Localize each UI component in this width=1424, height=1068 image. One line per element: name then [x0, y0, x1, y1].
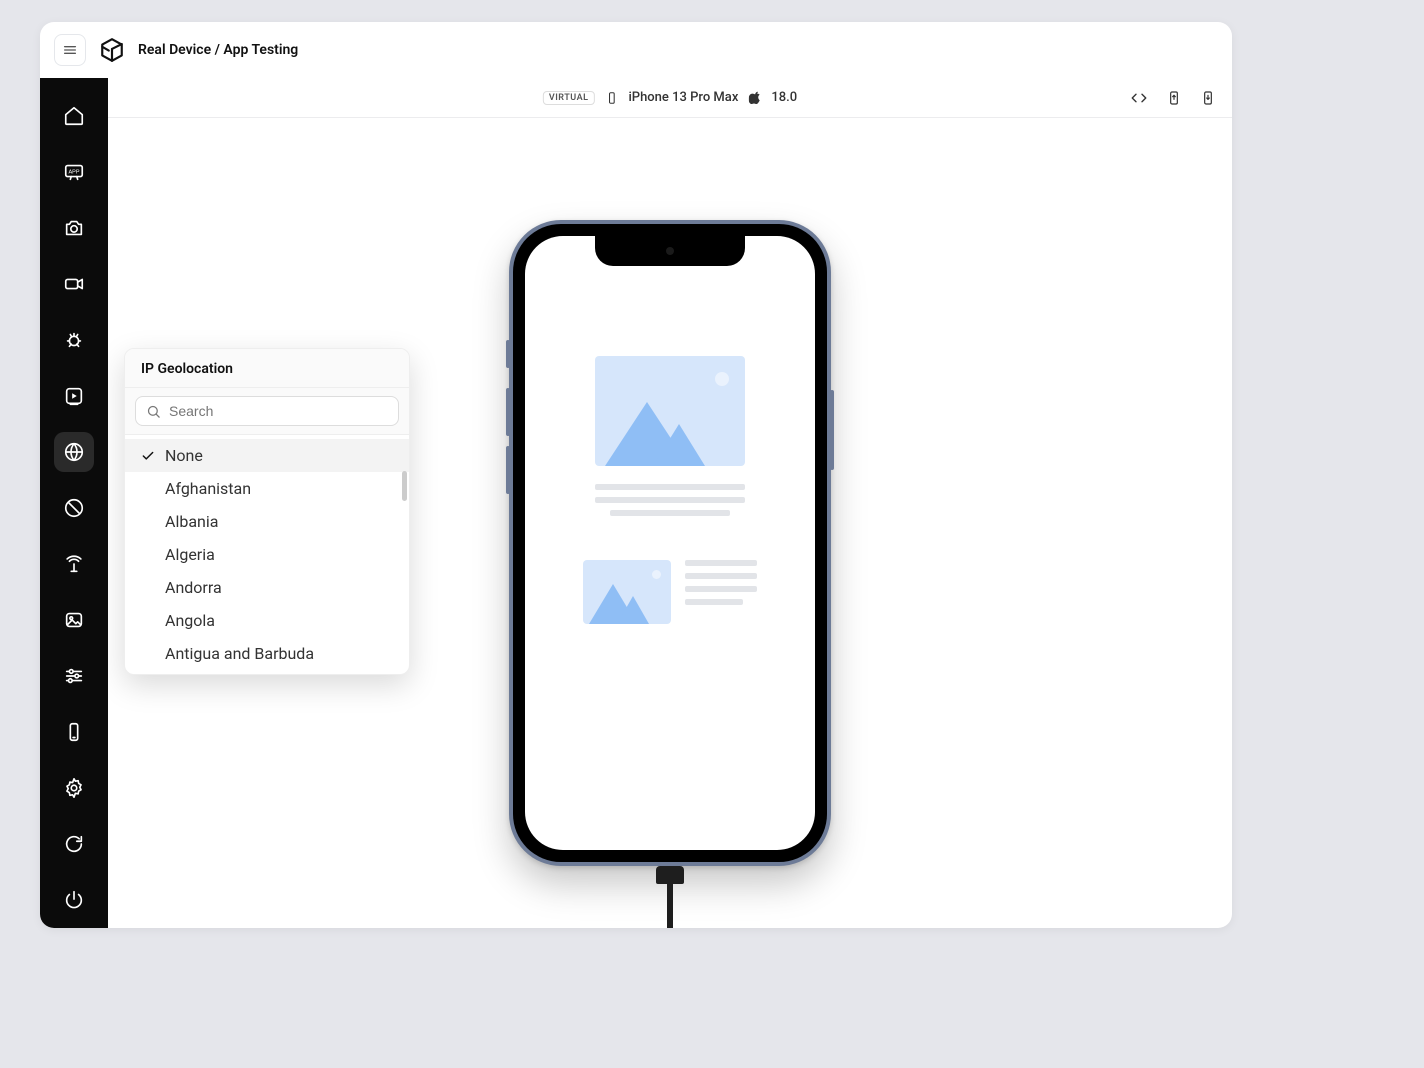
geolocation-option-label: None: [165, 446, 203, 465]
home-icon: [63, 105, 85, 127]
image-icon: [63, 609, 85, 631]
phone-notch: [595, 236, 745, 266]
download-button[interactable]: [1200, 90, 1216, 106]
geolocation-option-none[interactable]: None: [125, 439, 409, 472]
placeholder-image: [595, 356, 745, 466]
phone-icon: [604, 91, 618, 105]
map-icon: [63, 497, 85, 519]
sliders-icon: [63, 665, 85, 687]
geolocation-title: IP Geolocation: [125, 349, 409, 388]
geolocation-search[interactable]: [135, 396, 399, 426]
logo: [98, 36, 126, 64]
topbar: Real Device / App Testing: [40, 22, 1232, 78]
geolocation-list[interactable]: None Afghanistan Albania Algeria: [125, 435, 409, 674]
geolocation-option-label: Angola: [165, 611, 215, 630]
download-icon: [1200, 90, 1216, 106]
power-icon: [63, 889, 85, 911]
sidebar-item-device[interactable]: [54, 712, 94, 752]
device-name: iPhone 13 Pro Max: [628, 90, 738, 105]
sidebar-item-sliders[interactable]: [54, 656, 94, 696]
geolocation-search-input[interactable]: [169, 403, 388, 419]
os-version: 18.0: [771, 90, 797, 105]
network-icon: [63, 553, 85, 575]
geolocation-option-label: Antigua and Barbuda: [165, 644, 314, 663]
menu-button[interactable]: [54, 34, 86, 66]
phone-volume-down: [506, 446, 510, 494]
sidebar-item-home[interactable]: [54, 96, 94, 136]
virtual-badge: VIRTUAL: [543, 91, 595, 105]
phone-mute-switch: [506, 340, 510, 368]
device-icon: [63, 721, 85, 743]
camera-icon: [63, 217, 85, 239]
geolocation-option[interactable]: Andorra: [125, 571, 409, 604]
phone-stage: IP Geolocation None: [108, 118, 1232, 928]
geolocation-option-label: Andorra: [165, 578, 222, 597]
sidebar-item-network[interactable]: [54, 544, 94, 584]
content: VIRTUAL iPhone 13 Pro Max 18.0: [108, 78, 1232, 928]
settings-icon: [63, 777, 85, 799]
check-icon: [139, 449, 157, 463]
apple-icon: [748, 91, 761, 104]
geolocation-option-label: Afghanistan: [165, 479, 251, 498]
geolocation-option-label: Algeria: [165, 545, 215, 564]
phone-side-button: [830, 390, 834, 470]
scrollbar-thumb[interactable]: [402, 471, 407, 501]
placeholder-content: [525, 236, 815, 624]
phone-body: [509, 220, 831, 866]
geolocation-option[interactable]: Antigua and Barbuda: [125, 637, 409, 670]
sidebar-item-map[interactable]: [54, 488, 94, 528]
play-icon: [63, 385, 85, 407]
body: APP: [40, 78, 1232, 928]
sidebar-item-bug[interactable]: [54, 320, 94, 360]
geolocation-option-label: Albania: [165, 512, 218, 531]
app-icon: APP: [63, 161, 85, 183]
sidebar-item-refresh[interactable]: [54, 824, 94, 864]
upload-icon: [1166, 90, 1182, 106]
placeholder-row: [559, 560, 781, 624]
geolocation-search-wrap: [125, 388, 409, 435]
geolocation-option[interactable]: Afghanistan: [125, 472, 409, 505]
device-info: VIRTUAL iPhone 13 Pro Max 18.0: [543, 90, 797, 105]
sidebar-item-video[interactable]: [54, 264, 94, 304]
phone-screen[interactable]: [525, 236, 815, 850]
globe-icon: [63, 441, 85, 463]
app-window: Real Device / App Testing APP: [40, 22, 1232, 928]
geolocation-option[interactable]: Algeria: [125, 538, 409, 571]
refresh-icon: [63, 833, 85, 855]
page-title: Real Device / App Testing: [138, 42, 298, 58]
sidebar: APP: [40, 78, 108, 928]
sidebar-item-app[interactable]: APP: [54, 152, 94, 192]
phone-volume-up: [506, 388, 510, 436]
sidebar-item-screenshot[interactable]: [54, 208, 94, 248]
sidebar-item-image[interactable]: [54, 600, 94, 640]
phone-cable: [662, 866, 678, 928]
geolocation-popover: IP Geolocation None: [124, 348, 410, 675]
placeholder-side-lines: [685, 560, 757, 605]
geolocation-option[interactable]: Albania: [125, 505, 409, 538]
sidebar-item-settings[interactable]: [54, 768, 94, 808]
svg-text:APP: APP: [68, 169, 79, 175]
phone-mockup: [509, 220, 831, 866]
code-icon: [1130, 89, 1148, 107]
sidebar-item-play[interactable]: [54, 376, 94, 416]
upload-button[interactable]: [1166, 90, 1182, 106]
bug-icon: [63, 329, 85, 351]
placeholder-thumbnail: [583, 560, 671, 624]
video-icon: [63, 273, 85, 295]
notch-camera: [666, 247, 674, 255]
placeholder-lines: [559, 484, 781, 516]
phone-bezel: [513, 224, 827, 862]
logo-icon: [99, 37, 125, 63]
search-icon: [146, 404, 161, 419]
hamburger-icon: [62, 42, 78, 58]
code-button[interactable]: [1130, 89, 1148, 107]
sidebar-item-geolocation[interactable]: [54, 432, 94, 472]
device-bar: VIRTUAL iPhone 13 Pro Max 18.0: [108, 78, 1232, 118]
geolocation-option[interactable]: Angola: [125, 604, 409, 637]
sidebar-item-power[interactable]: [54, 880, 94, 920]
